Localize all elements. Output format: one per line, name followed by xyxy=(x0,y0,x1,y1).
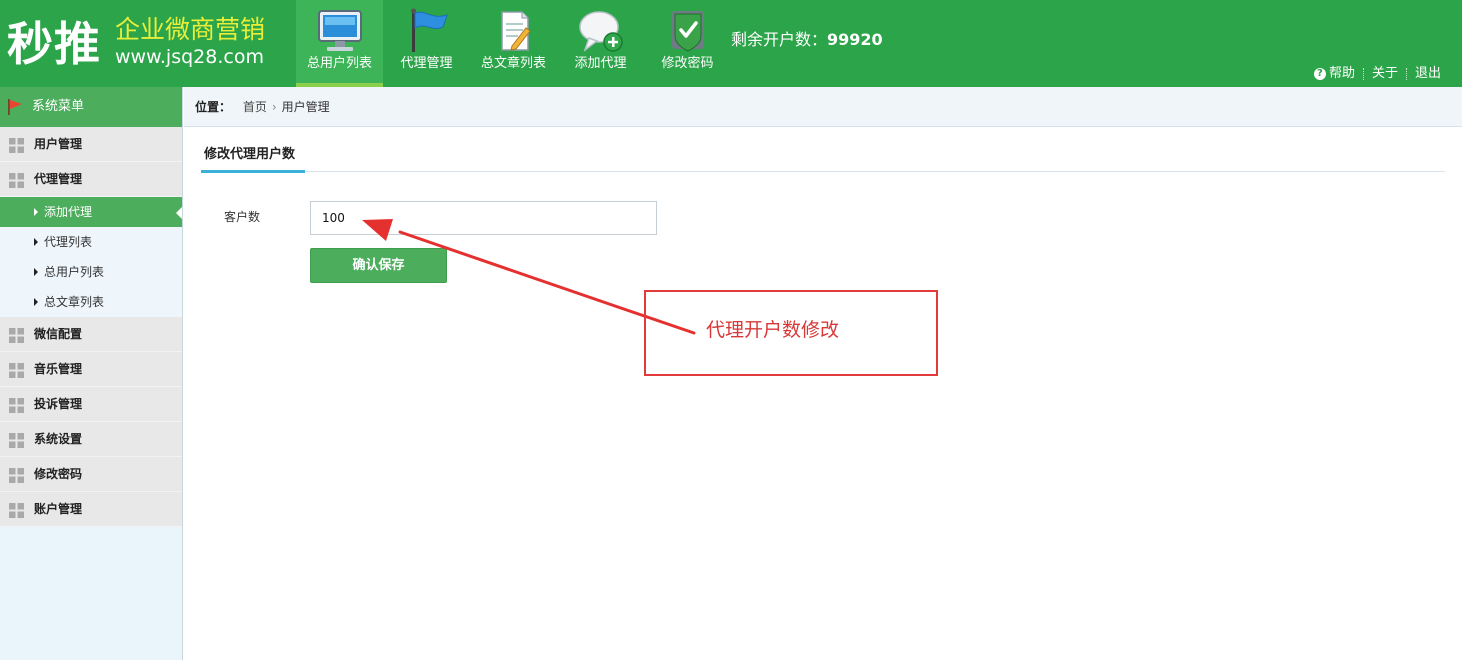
brand-name: 秒推 xyxy=(7,17,101,71)
logout-link[interactable]: 退出 xyxy=(1415,66,1441,82)
brand-url: www.jsq28.com xyxy=(115,46,264,68)
sidebar-group-label: 修改密码 xyxy=(34,467,83,481)
sidebar-item-user-list[interactable]: 总用户列表 xyxy=(0,257,182,287)
nav-label: 添加代理 xyxy=(574,56,627,71)
about-link[interactable]: 关于 xyxy=(1372,66,1398,82)
help-link[interactable]: 帮助 xyxy=(1329,66,1355,82)
nav-item-article-list[interactable]: 总文章列表 xyxy=(470,0,557,87)
sidebar: 系统菜单 用户管理 代理管理 添加代理 代理列表 总用户列表 总文章列表 微信配… xyxy=(0,87,183,660)
customer-count-label: 客户数 xyxy=(224,210,261,224)
grid-icon xyxy=(9,503,24,518)
grid-icon xyxy=(9,468,24,483)
caret-right-icon xyxy=(34,238,38,246)
sidebar-group-account-manage[interactable]: 账户管理 xyxy=(0,492,182,527)
sidebar-group-label: 代理管理 xyxy=(34,172,83,186)
remaining-label: 剩余开户数： xyxy=(731,30,828,49)
grid-icon xyxy=(9,173,24,188)
sidebar-item-label: 代理列表 xyxy=(44,235,93,249)
annotation-text: 代理开户数修改 xyxy=(706,319,840,341)
sidebar-group-label: 账户管理 xyxy=(34,502,83,516)
sidebar-item-label: 总用户列表 xyxy=(44,265,105,279)
sidebar-title-label: 系统菜单 xyxy=(32,99,85,114)
sidebar-group-label: 音乐管理 xyxy=(34,362,83,376)
brand-logo: 秒推 企业微商营销 www.jsq28.com xyxy=(0,0,290,87)
caret-right-icon xyxy=(34,298,38,306)
link-divider xyxy=(1362,68,1364,80)
top-links: ? 帮助 关于 退出 xyxy=(1313,66,1441,82)
nav-label: 总用户列表 xyxy=(306,56,372,71)
sidebar-group-label: 微信配置 xyxy=(34,327,83,341)
sidebar-item-article-list[interactable]: 总文章列表 xyxy=(0,287,182,317)
nav-item-agent-manage[interactable]: 代理管理 xyxy=(383,0,470,87)
help-icon: ? xyxy=(1313,68,1326,80)
sidebar-group-label: 投诉管理 xyxy=(34,397,83,411)
document-edit-icon xyxy=(500,11,531,51)
grid-icon xyxy=(9,398,24,413)
breadcrumb-current[interactable]: 用户管理 xyxy=(282,100,330,114)
sidebar-group-label: 系统设置 xyxy=(34,432,83,446)
nav-label: 修改密码 xyxy=(661,56,714,71)
save-button[interactable]: 确认保存 xyxy=(310,248,447,283)
grid-icon xyxy=(9,328,24,343)
flag-icon xyxy=(410,8,448,52)
flag-icon xyxy=(8,99,22,115)
sidebar-group-agent-manage[interactable]: 代理管理 xyxy=(0,162,182,197)
brand-slogan: 企业微商营销 xyxy=(115,15,266,44)
tab-divider xyxy=(201,171,1445,172)
top-nav: 总用户列表 代理管理 总文章列表 添加代理 修改密码 xyxy=(296,0,731,87)
sidebar-group-change-password[interactable]: 修改密码 xyxy=(0,457,182,492)
grid-icon xyxy=(9,138,24,153)
nav-item-change-password[interactable]: 修改密码 xyxy=(644,0,731,87)
top-header: 秒推 企业微商营销 www.jsq28.com 总用户列表 代理管理 总文章列表… xyxy=(0,0,1462,87)
sidebar-group-system-settings[interactable]: 系统设置 xyxy=(0,422,182,457)
nav-label: 总文章列表 xyxy=(480,56,546,71)
sidebar-group-wechat-config[interactable]: 微信配置 xyxy=(0,317,182,352)
sidebar-group-music-manage[interactable]: 音乐管理 xyxy=(0,352,182,387)
nav-item-user-list[interactable]: 总用户列表 xyxy=(296,0,383,87)
tab-edit-agent-users[interactable]: 修改代理用户数 xyxy=(201,140,305,173)
grid-icon xyxy=(9,433,24,448)
breadcrumb-label: 位置： xyxy=(195,100,232,114)
sidebar-group-complaint-manage[interactable]: 投诉管理 xyxy=(0,387,182,422)
caret-right-icon xyxy=(34,208,38,216)
sidebar-group-label: 用户管理 xyxy=(34,137,83,151)
remaining-accounts: 剩余开户数：99920 xyxy=(731,30,883,50)
sidebar-group-user-manage[interactable]: 用户管理 xyxy=(0,127,182,162)
nav-item-add-agent[interactable]: 添加代理 xyxy=(557,0,644,87)
sidebar-item-label: 添加代理 xyxy=(44,205,93,219)
sidebar-item-agent-list[interactable]: 代理列表 xyxy=(0,227,182,257)
sidebar-title: 系统菜单 xyxy=(0,87,182,127)
customer-count-input[interactable] xyxy=(310,201,657,235)
breadcrumb-home[interactable]: 首页 xyxy=(243,100,267,114)
breadcrumb: 位置： 首页 › 用户管理 xyxy=(184,87,1462,127)
chat-add-icon xyxy=(578,11,623,53)
grid-icon xyxy=(9,363,24,378)
sidebar-item-label: 总文章列表 xyxy=(44,295,105,309)
remaining-value: 99920 xyxy=(827,30,883,49)
breadcrumb-separator: › xyxy=(271,100,277,114)
link-divider xyxy=(1405,68,1407,80)
monitor-icon xyxy=(317,10,362,51)
caret-right-icon xyxy=(34,268,38,276)
nav-label: 代理管理 xyxy=(400,56,453,71)
shield-check-icon xyxy=(671,11,704,52)
sidebar-item-add-agent[interactable]: 添加代理 xyxy=(0,197,182,227)
